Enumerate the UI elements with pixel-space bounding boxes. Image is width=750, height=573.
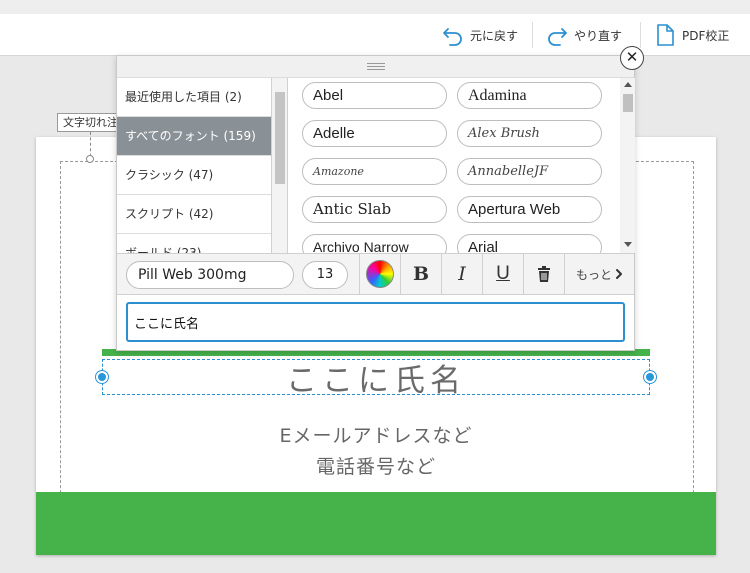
font-option-adelle[interactable]: Adelle — [302, 120, 447, 147]
delete-button[interactable] — [523, 254, 564, 294]
chevron-right-icon — [616, 269, 622, 279]
email-text[interactable]: Eメールアドレスなど — [36, 421, 716, 448]
category-scrollbar[interactable] — [272, 78, 288, 253]
trash-icon — [538, 266, 550, 282]
card-bottom-band — [36, 492, 716, 555]
font-option-archivo-narrow[interactable]: Archivo Narrow — [302, 234, 447, 253]
font-option-abel[interactable]: Abel — [302, 82, 447, 109]
toolbar-divider — [532, 22, 533, 48]
undo-button[interactable]: 元に戻す — [442, 14, 518, 56]
font-name-field[interactable]: Pill Web 300mg — [126, 261, 294, 289]
category-all-fonts[interactable]: すべてのフォント (159) — [117, 117, 271, 156]
toolbar-divider — [640, 22, 641, 48]
redo-icon — [548, 28, 567, 46]
bold-icon: B — [412, 263, 430, 285]
font-size-field[interactable]: 13 — [302, 261, 348, 289]
color-wheel-icon — [366, 260, 394, 288]
phone-text[interactable]: 電話番号など — [36, 452, 716, 479]
font-option-antic-slab[interactable]: Antic Slab — [302, 196, 447, 223]
pdf-proof-label: PDF校正 — [682, 28, 730, 43]
font-panel: 最近使用した項目 (2) すべてのフォント (159) クラシック (47) ス… — [116, 55, 635, 351]
grip-icon — [366, 63, 385, 70]
category-bold[interactable]: ボールド (23) — [117, 234, 271, 253]
undo-label: 元に戻す — [470, 28, 519, 43]
color-button[interactable] — [359, 254, 400, 294]
panel-drag-bar[interactable] — [117, 56, 634, 78]
category-recent[interactable]: 最近使用した項目 (2) — [117, 78, 271, 117]
more-label: もっと — [575, 267, 612, 282]
top-strip — [0, 0, 750, 14]
close-button[interactable]: ✕ — [620, 46, 644, 70]
scroll-up-arrow-icon[interactable] — [624, 82, 632, 87]
name-text: ここに氏名 — [286, 362, 466, 399]
resize-handle-left[interactable] — [96, 371, 108, 383]
more-button[interactable]: もっと — [564, 254, 634, 294]
category-classic[interactable]: クラシック (47) — [117, 156, 271, 195]
scroll-down-arrow-icon[interactable] — [624, 242, 632, 247]
format-toolbar: Pill Web 300mg 13 B I U もっと — [117, 253, 634, 295]
scrollbar-thumb[interactable] — [623, 94, 633, 112]
underline-button[interactable]: U — [482, 254, 523, 294]
font-option-arial[interactable]: Arial — [457, 234, 602, 253]
font-grid-scrollbar[interactable] — [620, 78, 635, 253]
text-content-input[interactable] — [126, 302, 625, 342]
bold-button[interactable]: B — [400, 254, 441, 294]
document-icon — [657, 24, 674, 46]
category-script[interactable]: スクリプト (42) — [117, 195, 271, 234]
undo-icon — [443, 28, 462, 46]
pdf-proof-button[interactable]: PDF校正 — [654, 14, 729, 56]
underline-icon: U — [496, 263, 510, 284]
name-text-box[interactable]: ここに氏名 — [102, 359, 650, 399]
scrollbar-thumb[interactable] — [275, 92, 285, 184]
font-option-amazone[interactable]: Amazone — [302, 158, 447, 185]
font-grid: Abel Adamina Adelle Alex Brush Amazone A… — [302, 82, 607, 253]
font-option-apertura-web[interactable]: Apertura Web — [457, 196, 602, 223]
font-option-adamina[interactable]: Adamina — [457, 82, 602, 109]
italic-icon: I — [458, 263, 466, 285]
redo-label: やり直す — [574, 28, 623, 43]
font-option-annabellejf[interactable]: AnnabelleJF — [457, 158, 602, 185]
tag-knob — [86, 155, 94, 163]
italic-button[interactable]: I — [441, 254, 482, 294]
resize-handle-right[interactable] — [644, 371, 656, 383]
font-option-alex-brush[interactable]: Alex Brush — [457, 120, 602, 147]
redo-button[interactable]: やり直す — [546, 14, 622, 56]
font-category-list: 最近使用した項目 (2) すべてのフォント (159) クラシック (47) ス… — [117, 78, 272, 253]
